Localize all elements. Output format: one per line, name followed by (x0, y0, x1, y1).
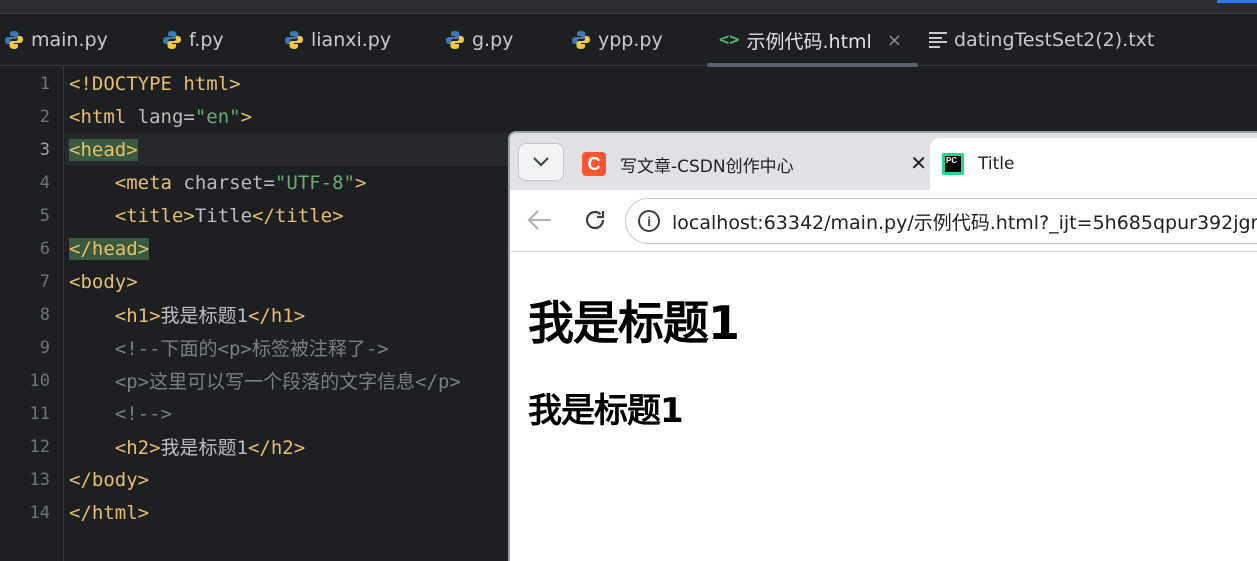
tab-label: datingTestSet2(2).txt (954, 29, 1155, 51)
browser-tab-title[interactable]: PC Title (930, 138, 1257, 190)
browser-tab-label: 写文章-CSDN创作中心 (620, 156, 794, 177)
accent-bar (1217, 0, 1257, 3)
info-icon[interactable]: i (638, 210, 660, 232)
python-icon (4, 30, 24, 50)
code-token: </h1> (247, 305, 306, 327)
code-token: <html (69, 105, 138, 128)
line-number: 14 (29, 502, 50, 523)
browser-window: C 写文章-CSDN创作中心 ✕ PC Title i localhost:63… (508, 131, 1257, 561)
line-number: 4 (39, 172, 50, 193)
code-token: "UTF-8" (274, 171, 355, 194)
code-token: > (240, 105, 253, 128)
tab-g-py[interactable]: g.py (445, 14, 513, 66)
code-token: </head> (69, 237, 150, 260)
html-icon: <> (719, 30, 740, 50)
tab-label: ypp.py (598, 29, 663, 51)
tab-f-py[interactable]: f.py (162, 14, 224, 66)
line-number: 10 (29, 370, 50, 391)
back-button[interactable] (525, 205, 555, 235)
browser-tab-strip: C 写文章-CSDN创作中心 ✕ PC Title (510, 133, 1257, 190)
line-number: 12 (29, 436, 50, 457)
code-token: Title (194, 204, 253, 227)
arrow-left-icon (527, 210, 551, 230)
line-number: 9 (39, 337, 50, 358)
tab-ypp-py[interactable]: ypp.py (571, 14, 663, 66)
browser-tab-csdn[interactable]: C 写文章-CSDN创作中心 ✕ (582, 143, 927, 185)
python-icon (162, 30, 182, 50)
code-token: "en" (194, 105, 241, 128)
code-line: 2 <html lang="en"> (40, 100, 1257, 133)
text-file-icon (929, 32, 947, 48)
line-number: 6 (39, 238, 50, 259)
code-token: charset= (183, 171, 275, 194)
code-token: <meta (114, 171, 184, 194)
page-heading-1: 我是标题1 (528, 296, 740, 350)
close-icon[interactable]: ✕ (910, 151, 927, 175)
code-token: <title> (114, 204, 195, 227)
code-comment: <!--下面的<p>标签被注释了-> (114, 338, 389, 360)
browser-toolbar: i localhost:63342/main.py/示例代码.html?_ijt… (510, 190, 1257, 252)
tab-label: main.py (31, 29, 108, 51)
line-number: 3 (39, 139, 50, 160)
code-token: 我是标题1 (160, 305, 248, 327)
csdn-icon: C (582, 152, 606, 176)
line-number: 2 (39, 106, 50, 127)
code-comment: <!--> (114, 402, 172, 425)
code-token: <!DOCTYPE html> (69, 72, 241, 95)
address-bar[interactable]: i localhost:63342/main.py/示例代码.html?_ijt… (625, 198, 1257, 244)
line-number: 1 (39, 73, 50, 94)
page-heading-2: 我是标题1 (528, 391, 684, 431)
url-text: localhost:63342/main.py/示例代码.html?_ijt=5… (672, 211, 1257, 234)
line-number: 7 (39, 271, 50, 292)
python-icon (445, 30, 465, 50)
line-number: 13 (29, 469, 50, 490)
code-token: lang= (137, 105, 195, 128)
reload-button[interactable] (580, 205, 610, 235)
reload-icon (585, 210, 605, 230)
code-token: > (355, 171, 367, 194)
chevron-down-icon (533, 157, 549, 167)
tab-lianxi-py[interactable]: lianxi.py (284, 14, 391, 66)
close-tab-icon[interactable]: × (887, 30, 902, 51)
line-number: 5 (39, 205, 50, 226)
browser-tab-label: Title (978, 154, 1015, 174)
code-token: <h2> (114, 437, 161, 459)
code-token: 我是标题1 (160, 437, 248, 459)
code-token: </html> (69, 501, 150, 524)
tab-label: g.py (472, 29, 514, 51)
tab-html-file[interactable]: <> 示例代码.html × (707, 14, 918, 67)
tab-txt-file[interactable]: datingTestSet2(2).txt (929, 14, 1154, 66)
code-comment: <p>这里可以写一个段落的文字信息</p> (114, 371, 461, 393)
code-token: <head> (69, 138, 138, 161)
tab-label: lianxi.py (311, 29, 392, 51)
code-token: </title> (252, 204, 344, 227)
python-icon (571, 30, 591, 50)
tab-label: 示例代码.html (746, 30, 872, 53)
tab-label: f.py (189, 29, 224, 51)
line-number: 8 (39, 304, 50, 325)
web-page-content: 我是标题1 我是标题1 (510, 253, 1257, 561)
editor-tab-bar: main.py f.py lianxi.py g.py ypp.py <> 示例… (0, 14, 1257, 67)
code-line: 1 <!DOCTYPE html> (40, 67, 1257, 100)
code-token: <h1> (114, 305, 161, 327)
python-icon (284, 30, 304, 50)
tab-search-button[interactable] (518, 143, 564, 181)
code-token: </h2> (247, 437, 306, 459)
line-number: 11 (29, 403, 50, 424)
pycharm-logo-text: PC (946, 156, 958, 165)
code-token: <body> (69, 270, 138, 293)
ide-title-strip (0, 0, 1257, 14)
code-token: </body> (69, 468, 150, 491)
tab-main-py[interactable]: main.py (4, 14, 108, 66)
pycharm-icon: PC (942, 153, 964, 175)
